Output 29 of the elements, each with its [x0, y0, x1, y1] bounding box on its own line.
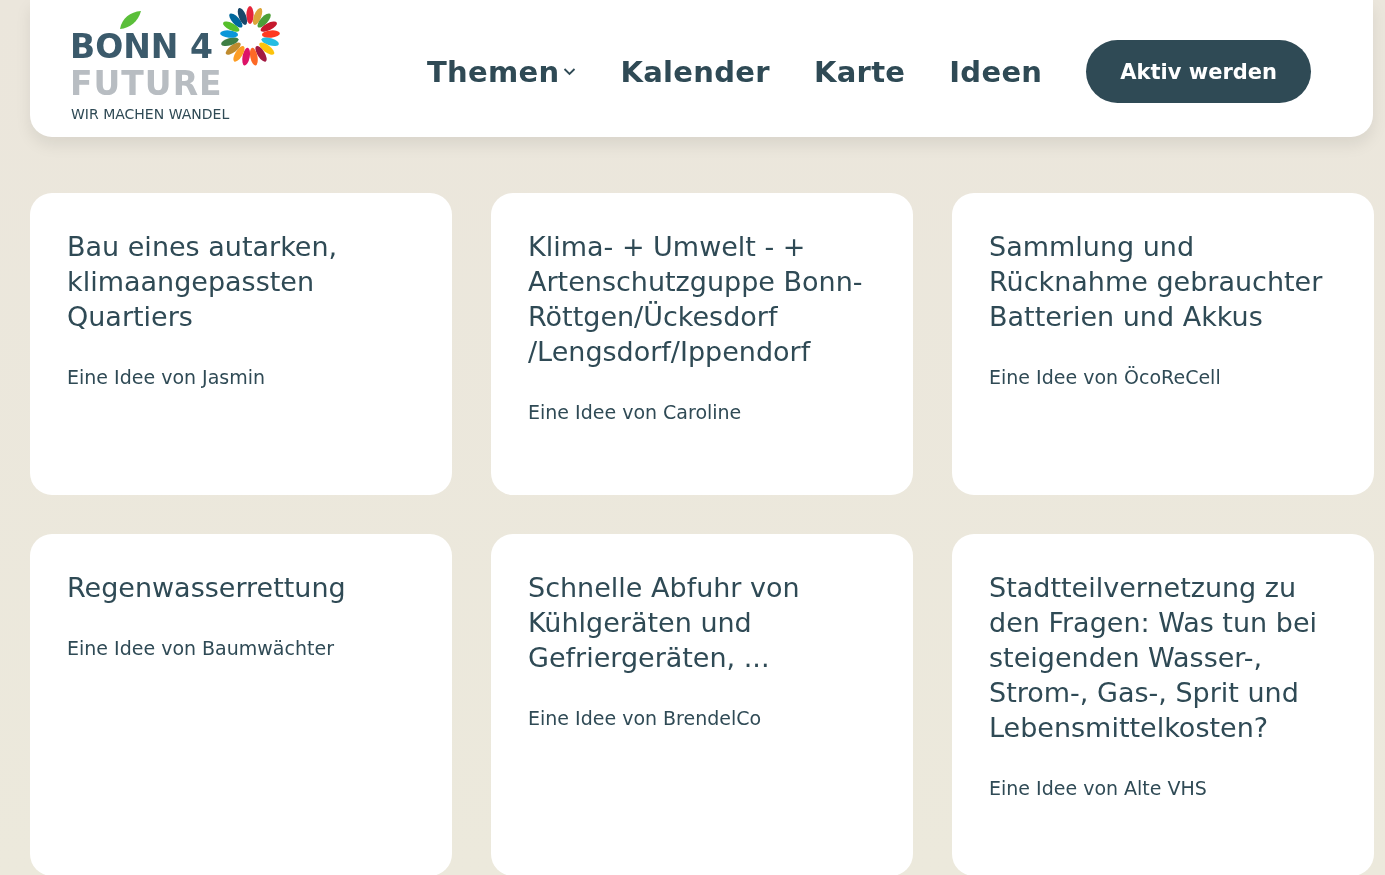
- idea-author: Eine Idee von Jasmin: [67, 366, 267, 388]
- nav-link[interactable]: Ideen: [949, 54, 1043, 89]
- logo-tagline: WIR MACHEN WANDEL: [71, 106, 230, 121]
- nav-link[interactable]: Karte: [813, 54, 906, 89]
- idea-card[interactable]: Sammlung und Rücknahme gebrauchter Batterien und Akkus Eine Idee von ÖcoReCell: [952, 193, 1374, 495]
- logo-text: BONN 4: [70, 29, 213, 63]
- idea-card[interactable]: Klima- + Umwelt - + Artenschutzguppe Bonn-Röttgen/Ückesdorf /Lengsdorf/Ippendorf Eine Idee von Caroline: [491, 193, 913, 495]
- logo-text: FUTURE: [70, 66, 223, 100]
- idea-author: Eine Idee von BrendelCo: [528, 707, 763, 729]
- idea-title: Schnelle Abfuhr von Kühlgeräten und Gefriergeräten, ...: [528, 571, 801, 675]
- idea-card[interactable]: Schnelle Abfuhr von Kühlgeräten und Gefriergeräten, ... Eine Idee von BrendelCo: [491, 534, 913, 875]
- idea-author: Eine Idee von ÖcoReCell: [989, 366, 1222, 388]
- idea-author: Eine Idee von Caroline: [528, 401, 743, 423]
- idea-author: Eine Idee von Alte VHS: [989, 777, 1208, 799]
- nav-link[interactable]: Kalender: [620, 54, 770, 89]
- idea-card[interactable]: Regenwasserrettung Eine Idee von Baumwächter: [30, 534, 452, 875]
- idea-card[interactable]: Stadtteilvernetzung zu den Fragen: Was tun bei steigenden Wasser-, Strom-, Gas-, Sprit und Lebensmittelkosten? Eine Idee von Alte VHS: [952, 534, 1374, 875]
- idea-title: Sammlung und Rücknahme gebrauchter Batterien und Akkus: [989, 230, 1324, 334]
- idea-title: Regenwasserrettung: [67, 571, 347, 605]
- nav-link[interactable]: Themen: [427, 54, 577, 89]
- leaf-icon: [118, 9, 142, 30]
- cta-button[interactable]: Aktiv werden: [1086, 40, 1311, 103]
- idea-card[interactable]: Bau eines autarken, klimaangepassten Quartiers Eine Idee von Jasmin: [30, 193, 452, 495]
- idea-title: Klima- + Umwelt - + Artenschutzguppe Bonn-Röttgen/Ückesdorf /Lengsdorf/Ippendorf: [528, 230, 864, 369]
- idea-title: Bau eines autarken, klimaangepassten Quartiers: [67, 230, 339, 334]
- idea-author: Eine Idee von Baumwächter: [67, 637, 335, 659]
- flower-logo-icon: [218, 3, 282, 68]
- idea-title: Stadtteilvernetzung zu den Fragen: Was tun bei steigenden Wasser-, Strom-, Gas-, Sprit und Lebensmittelkosten?: [989, 571, 1318, 745]
- chevron-down-icon: [563, 67, 577, 76]
